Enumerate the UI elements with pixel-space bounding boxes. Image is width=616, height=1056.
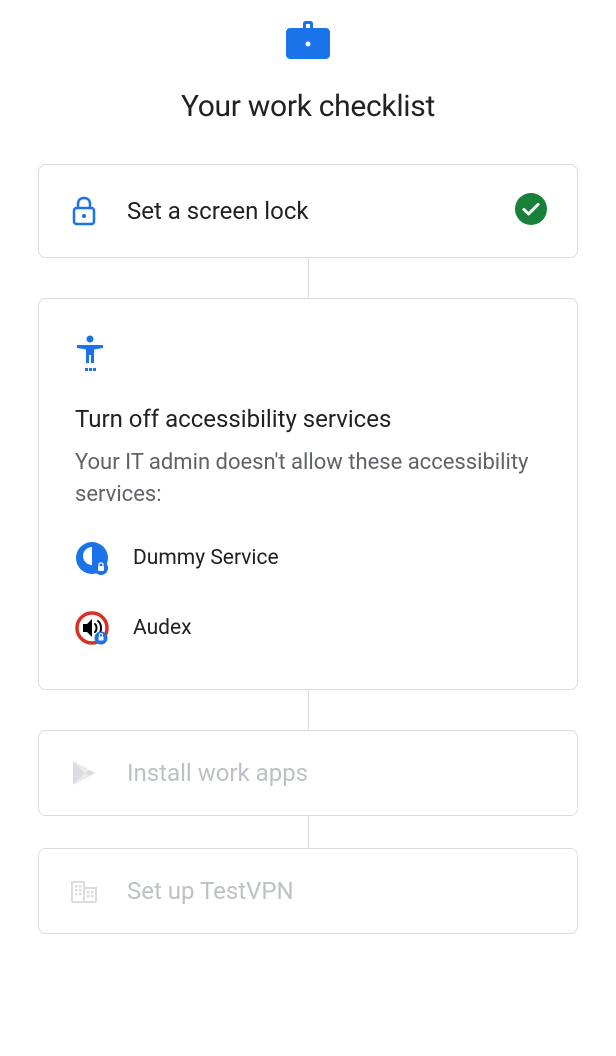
audex-icon	[75, 611, 109, 645]
service-name: Dummy Service	[133, 546, 279, 570]
connector	[308, 816, 309, 848]
checklist-item-accessibility[interactable]: Turn off accessibility services Your IT …	[38, 298, 578, 690]
page-title: Your work checklist	[0, 89, 616, 124]
checklist-item-label: Set up TestVPN	[127, 877, 547, 905]
briefcase-icon	[286, 20, 330, 64]
checklist-item-title: Turn off accessibility services	[75, 405, 541, 433]
building-icon	[69, 878, 99, 904]
lock-icon	[69, 196, 99, 226]
service-item: Audex	[75, 611, 541, 645]
connector	[308, 690, 309, 730]
service-name: Audex	[133, 616, 192, 640]
checklist: Set a screen lock Turn off accessibility…	[0, 124, 616, 934]
checkmark-icon	[515, 193, 547, 229]
play-icon	[69, 759, 99, 787]
service-item: Dummy Service	[75, 541, 541, 575]
dummy-service-icon	[75, 541, 109, 575]
connector	[308, 258, 309, 298]
checklist-item-label: Install work apps	[127, 759, 547, 787]
header: Your work checklist	[0, 0, 616, 124]
checklist-item-install-apps[interactable]: Install work apps	[38, 730, 578, 816]
checklist-item-subtitle: Your IT admin doesn't allow these access…	[75, 447, 541, 511]
checklist-item-label: Set a screen lock	[127, 197, 515, 225]
accessibility-icon	[75, 335, 541, 377]
checklist-item-vpn[interactable]: Set up TestVPN	[38, 848, 578, 934]
checklist-item-screen-lock[interactable]: Set a screen lock	[38, 164, 578, 258]
